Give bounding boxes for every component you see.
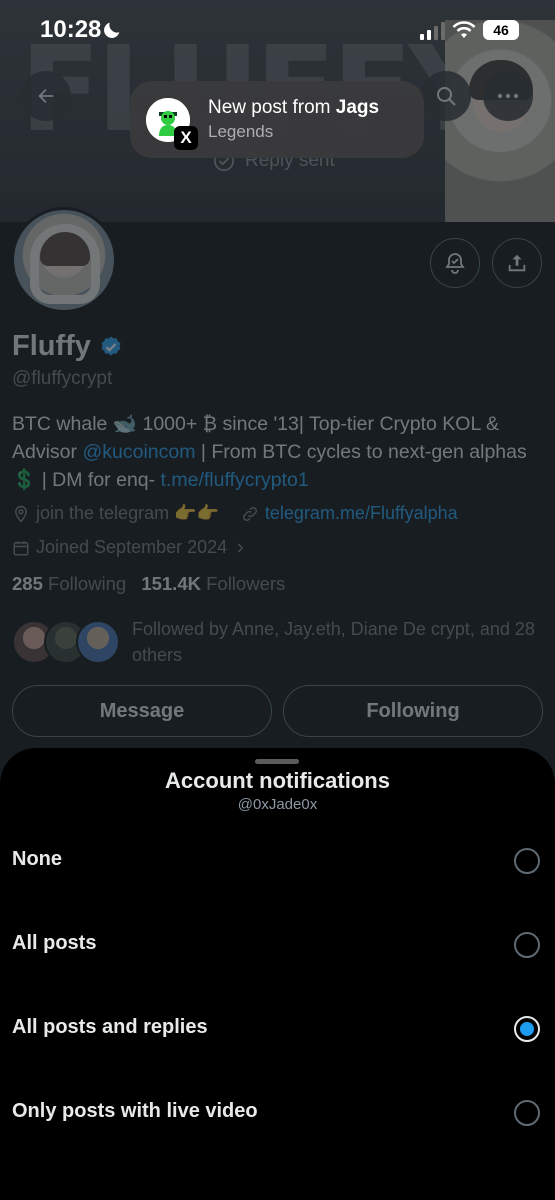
option-all-posts[interactable]: All posts [0, 910, 555, 980]
push-notification[interactable]: X New post from Jags Legends [130, 81, 424, 158]
notification-title: New post from Jags [208, 97, 379, 119]
radio-button[interactable] [514, 932, 540, 958]
radio-button[interactable] [514, 1100, 540, 1126]
radio-button-selected[interactable] [514, 1016, 540, 1042]
notification-title-prefix: New post from [208, 97, 336, 118]
notification-text: New post from Jags Legends [208, 97, 379, 142]
notification-title-name: Jags [335, 97, 380, 118]
status-bar: 10:28 46 [0, 0, 555, 62]
x-app-badge: X [174, 125, 198, 150]
option-label: None [12, 848, 62, 870]
account-notifications-sheet: Account notifications @0xJade0x None All… [0, 748, 555, 1200]
radio-button[interactable] [514, 848, 540, 874]
wifi-icon [452, 21, 476, 38]
notification-avatar: X [146, 97, 198, 150]
option-all-posts-and-replies[interactable]: All posts and replies [0, 994, 555, 1064]
cellular-signal-icon [420, 22, 445, 40]
option-none[interactable]: None [0, 826, 555, 896]
battery-indicator: 46 [483, 20, 519, 40]
option-label: All posts and replies [12, 1016, 208, 1038]
sheet-subtitle: @0xJade0x [237, 796, 318, 813]
notification-subtitle: Legends [208, 122, 274, 141]
sheet-title: Account notifications [165, 768, 390, 793]
sheet-grabber[interactable] [255, 759, 299, 764]
status-time: 10:28 [40, 16, 102, 43]
moon-icon [104, 22, 120, 38]
option-label: All posts [12, 932, 97, 954]
option-live-video[interactable]: Only posts with live video [0, 1078, 555, 1148]
option-label: Only posts with live video [12, 1100, 258, 1122]
